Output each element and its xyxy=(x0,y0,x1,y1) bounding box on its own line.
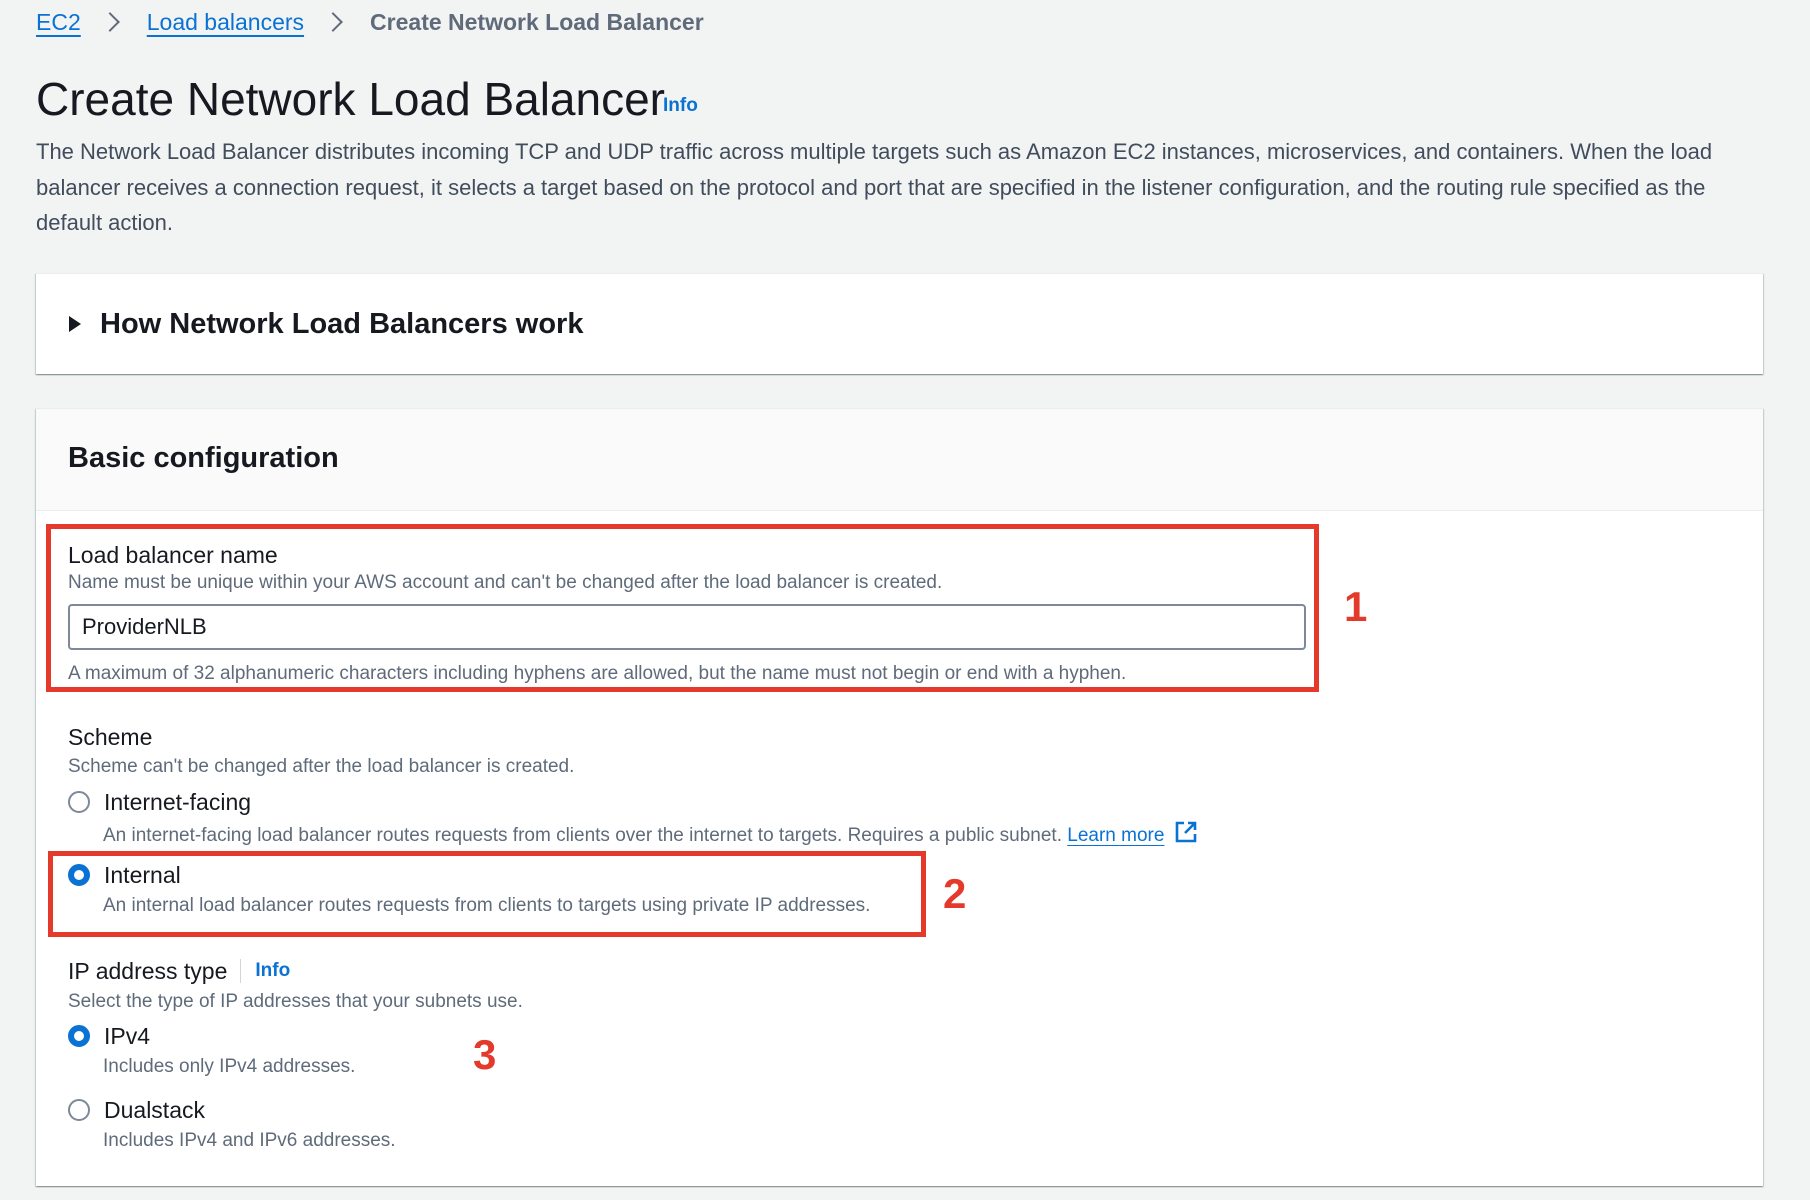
annotation-number-3: 3 xyxy=(473,1031,497,1078)
radio-unchecked-icon xyxy=(68,1099,90,1121)
annotation-number-2: 2 xyxy=(943,870,967,917)
ip-type-dualstack-radio[interactable]: Dualstack xyxy=(68,1095,205,1125)
annotation-number-1: 1 xyxy=(1344,583,1368,630)
page-description: The Network Load Balancer distributes in… xyxy=(36,139,1713,235)
ip-type-dualstack-description: Includes IPv4 and IPv6 addresses. xyxy=(103,1130,396,1151)
scheme-internal-label: Internal xyxy=(104,862,181,888)
how-it-works-label: How Network Load Balancers work xyxy=(100,308,584,340)
ip-address-type-info-link[interactable]: Info xyxy=(255,960,290,982)
breadcrumb-current: Create Network Load Balancer xyxy=(370,9,704,35)
chevron-right-icon xyxy=(99,12,120,32)
ip-type-ipv4-description: Includes only IPv4 addresses. xyxy=(103,1056,356,1077)
how-it-works-panel: How Network Load Balancers work xyxy=(36,273,1763,374)
chevron-right-icon xyxy=(323,12,343,32)
radio-checked-icon xyxy=(68,864,90,886)
scheme-description: Scheme can't be changed after the load b… xyxy=(68,756,575,777)
ip-address-type-label-row: IP address type Info xyxy=(68,956,290,986)
learn-more-link[interactable]: Learn more xyxy=(1067,825,1164,846)
basic-configuration-title: Basic configuration xyxy=(68,442,339,474)
page-info-link[interactable]: Info xyxy=(663,95,698,117)
scheme-internet-facing-description-row: An internet-facing load balancer routes … xyxy=(103,820,1198,849)
radio-unchecked-icon xyxy=(68,791,90,813)
scheme-internal-radio[interactable]: Internal xyxy=(68,860,181,890)
scheme-internet-facing-description: An internet-facing load balancer routes … xyxy=(103,825,1062,846)
load-balancer-name-label: Load balancer name xyxy=(68,542,278,568)
load-balancer-name-input[interactable] xyxy=(68,604,1306,650)
basic-configuration-panel: Basic configuration Load balancer name N… xyxy=(36,408,1763,1186)
scheme-internal-description: An internal load balancer routes request… xyxy=(103,895,871,916)
ip-type-ipv4-label: IPv4 xyxy=(104,1023,151,1049)
scheme-internet-facing-radio[interactable]: Internet-facing xyxy=(68,787,251,817)
scheme-label: Scheme xyxy=(68,724,153,750)
load-balancer-name-constraint: A maximum of 32 alphanumeric characters … xyxy=(68,663,1127,684)
ip-type-dualstack-label: Dualstack xyxy=(104,1097,205,1123)
caret-right-icon xyxy=(69,316,81,332)
ip-address-type-description: Select the type of IP addresses that you… xyxy=(68,991,523,1012)
ip-address-type-label: IP address type xyxy=(68,958,228,984)
how-it-works-expander[interactable]: How Network Load Balancers work xyxy=(69,304,583,344)
scheme-internet-facing-label: Internet-facing xyxy=(104,789,252,815)
divider xyxy=(240,959,242,983)
ip-type-ipv4-radio[interactable]: IPv4 xyxy=(68,1021,150,1051)
basic-configuration-header: Basic configuration xyxy=(36,409,1763,511)
breadcrumb-ec2-link[interactable]: EC2 xyxy=(36,6,81,38)
breadcrumb-load-balancers-link[interactable]: Load balancers xyxy=(147,6,304,38)
breadcrumb: EC2 Load balancers Create Network Load B… xyxy=(36,6,704,38)
external-link-icon[interactable] xyxy=(1174,820,1198,844)
page-title: Create Network Load Balancer xyxy=(36,73,665,125)
radio-checked-icon xyxy=(68,1025,90,1047)
load-balancer-name-description: Name must be unique within your AWS acco… xyxy=(68,572,943,593)
